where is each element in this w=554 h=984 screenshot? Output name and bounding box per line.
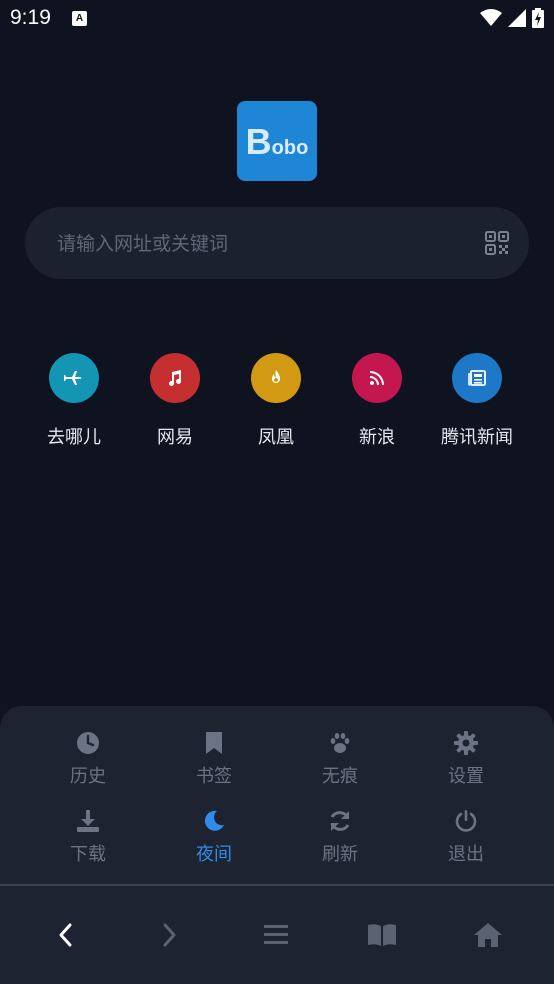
fire-icon [251,353,301,403]
menu-history[interactable]: 历史 [48,730,128,788]
menu-incognito[interactable]: 无痕 [300,730,380,788]
menu-exit-label: 退出 [448,844,484,865]
quick-link-label: 去哪儿 [47,427,101,448]
power-icon [426,808,506,834]
menu-settings[interactable]: 设置 [426,730,506,788]
logo-wordmark: Bobo [237,121,317,163]
open-book-icon [368,924,396,946]
refresh-icon [300,808,380,834]
chevron-right-icon [163,923,176,947]
status-bar: 9:19 A [0,0,554,36]
notification-a-icon: A [72,11,87,26]
newspaper-icon [452,353,502,403]
quick-link-label: 腾讯新闻 [441,427,513,448]
menu-settings-label: 设置 [448,766,484,787]
menu-incognito-label: 无痕 [322,766,358,787]
home-icon [474,923,502,947]
menu-download[interactable]: 下载 [48,808,128,866]
moon-icon [174,808,254,834]
rss-icon [352,353,402,403]
hamburger-menu-icon [264,925,288,944]
bottom-navigation [0,886,554,984]
airplane-icon [49,353,99,403]
status-time: 9:19 [10,6,51,29]
clock-icon [48,730,128,756]
menu-bookmarks-label: 书签 [196,766,232,787]
back-button[interactable] [45,920,85,950]
quick-link-sina[interactable]: 新浪 [327,353,427,449]
search-input[interactable] [55,227,459,261]
menu-exit[interactable]: 退出 [426,808,506,866]
app-logo: Bobo [237,101,317,181]
gear-icon [426,730,506,756]
status-indicators [480,8,544,28]
quick-link-label: 网易 [157,427,193,448]
quick-link-netease[interactable]: 网易 [125,353,225,449]
menu-history-label: 历史 [70,766,106,787]
paw-icon [300,730,380,756]
chevron-left-icon [59,923,72,947]
menu-night-mode[interactable]: 夜间 [174,808,254,866]
cell-signal-icon [508,9,526,27]
quick-link-label: 凤凰 [258,427,294,448]
quick-link-ifeng[interactable]: 凤凰 [226,353,326,449]
menu-night-mode-label: 夜间 [196,844,232,865]
download-icon [48,808,128,834]
menu-refresh-label: 刷新 [322,844,358,865]
bookmarks-book-button[interactable] [362,920,402,950]
menu-refresh[interactable]: 刷新 [300,808,380,866]
wifi-icon [480,9,502,26]
forward-button[interactable] [150,920,190,950]
music-note-icon [150,353,200,403]
home-button[interactable] [468,920,508,950]
menu-bookmarks[interactable]: 书签 [174,730,254,788]
menu-download-label: 下载 [70,844,106,865]
menu-button[interactable] [256,920,296,950]
battery-icon [532,8,544,28]
qr-scan-icon[interactable] [485,231,509,255]
bookmark-icon [174,730,254,756]
quick-link-label: 新浪 [359,427,395,448]
quick-link-tencent-news[interactable]: 腾讯新闻 [427,353,527,449]
logo-letter-b: B [245,121,272,162]
quick-link-qunar[interactable]: 去哪儿 [24,353,124,449]
browser-menu-panel: 历史 书签 无痕 设置 下载 夜间 刷新 退出 [0,706,554,886]
search-bar[interactable] [25,207,529,279]
logo-letters-obo: obo [271,137,309,159]
